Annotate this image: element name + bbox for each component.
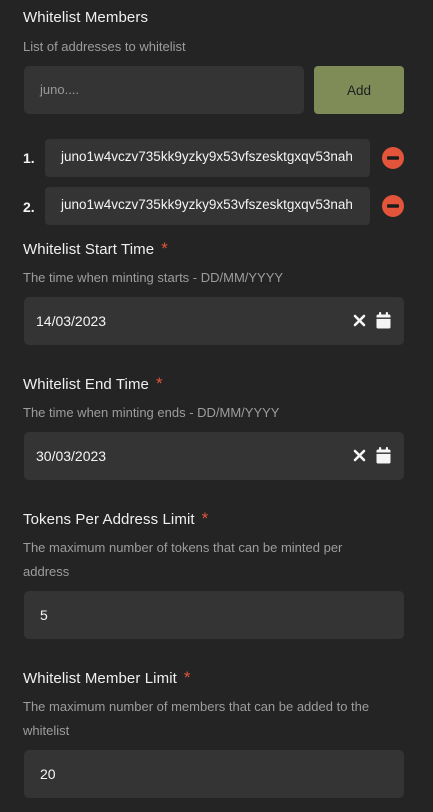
member-number: 1. — [23, 150, 35, 166]
required-asterisk: * — [183, 668, 191, 687]
member-number: 2. — [23, 199, 35, 215]
tokens-limit-input[interactable]: 5 — [24, 591, 404, 639]
tokens-limit-description-line2: address — [23, 564, 70, 579]
calendar-icon[interactable] — [376, 447, 391, 464]
member-limit-label: Whitelist Member Limit * — [23, 668, 191, 688]
start-time-label: Whitelist Start Time * — [23, 239, 168, 259]
add-member-button[interactable]: Add — [314, 66, 404, 114]
start-time-value: 14/03/2023 — [36, 313, 107, 329]
end-time-description: The time when minting ends - DD/MM/YYYY — [23, 405, 280, 420]
start-time-title: Whitelist Start Time — [23, 241, 155, 258]
member-limit-description-line1: The maximum number of members that can b… — [23, 699, 370, 714]
member-address-field[interactable]: juno1w4vczv735kk9yzky9x53vfszesktgxqv53n… — [45, 187, 370, 225]
member-limit-input[interactable]: 20 — [24, 750, 404, 798]
member-limit-title: Whitelist Member Limit — [23, 670, 177, 687]
start-time-input[interactable]: 14/03/2023 — [24, 297, 404, 345]
member-address-field[interactable]: juno1w4vczv735kk9yzky9x53vfszesktgxqv53n… — [45, 139, 370, 177]
tokens-limit-description-line1: The maximum number of tokens that can be… — [23, 540, 343, 555]
remove-member-icon[interactable] — [382, 195, 404, 217]
tokens-limit-value: 5 — [40, 607, 48, 623]
end-time-label: Whitelist End Time * — [23, 374, 163, 394]
member-address-input[interactable]: juno.... — [24, 66, 304, 114]
whitelist-members-title: Whitelist Members — [23, 9, 149, 26]
end-time-input[interactable]: 30/03/2023 — [24, 432, 404, 480]
remove-member-icon[interactable] — [382, 147, 404, 169]
tokens-limit-label: Tokens Per Address Limit * — [23, 509, 208, 529]
start-time-description: The time when minting starts - DD/MM/YYY… — [23, 270, 284, 285]
close-icon[interactable] — [353, 314, 366, 327]
required-asterisk: * — [156, 374, 163, 393]
end-time-title: Whitelist End Time — [23, 376, 150, 393]
close-icon[interactable] — [353, 449, 366, 462]
end-time-value: 30/03/2023 — [36, 448, 107, 464]
member-address-placeholder: juno.... — [40, 82, 80, 97]
member-limit-value: 20 — [40, 766, 56, 782]
required-asterisk: * — [201, 509, 209, 528]
whitelist-members-description: List of addresses to whitelist — [23, 39, 186, 54]
required-asterisk: * — [161, 239, 168, 258]
member-limit-description-line2: whitelist — [23, 723, 70, 738]
calendar-icon[interactable] — [376, 312, 391, 329]
tokens-limit-title: Tokens Per Address Limit — [23, 511, 195, 528]
